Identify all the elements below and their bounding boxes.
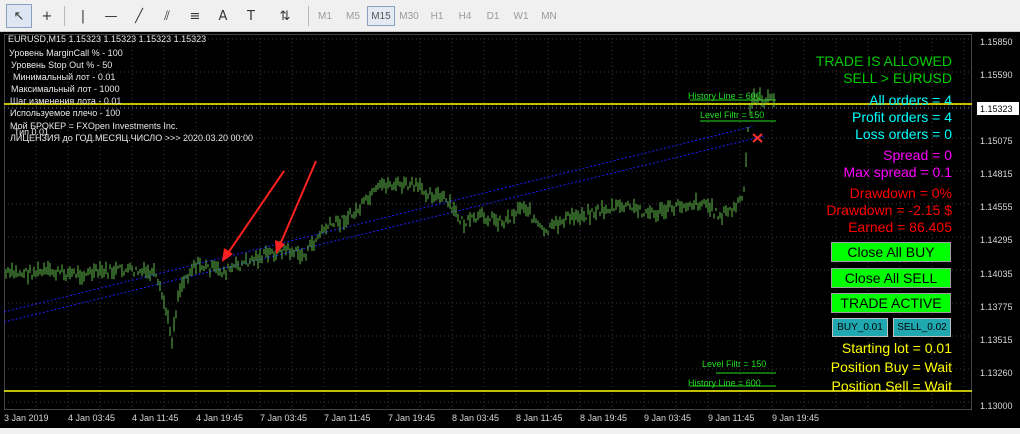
trendline-icon[interactable]: ╱ [126, 4, 152, 28]
symbol-info: EURUSD,M15 1.15323 1.15323 1.15323 1.153… [8, 34, 207, 44]
price-label: 1.13260 [980, 368, 1013, 378]
info-line-maxlot: Максимальный лот - 1000 [11, 84, 120, 94]
price-chart-svg [4, 34, 972, 410]
price-label: 1.14295 [980, 235, 1013, 245]
time-label: 8 Jan 03:45 [452, 413, 500, 423]
time-label: 8 Jan 11:45 [516, 413, 563, 423]
sell-button[interactable]: SELL_0.02 [893, 318, 951, 337]
fibonacci-icon[interactable]: ≡ [182, 4, 208, 28]
close-all-buy-button[interactable]: Close All BUY [831, 242, 951, 262]
position-buy-status: Position Buy = Wait [830, 359, 952, 375]
drawdown-usd: Drawdown = -2.15 $ [826, 202, 952, 218]
profit-orders-count: Profit orders = 4 [852, 109, 952, 125]
info-line-leverage: Используемое плечо - 100 [10, 108, 121, 118]
crosshair-icon[interactable]: + [34, 4, 60, 28]
position-sell-status: Position Sell = Wait [831, 378, 952, 394]
price-label: 1.15590 [980, 70, 1013, 80]
time-label: 4 Jan 11:45 [132, 413, 179, 423]
info-line-margincall: Уровень MarginCall % - 100 [9, 48, 123, 58]
horizontal-line-icon[interactable]: — [98, 4, 124, 28]
time-label: 7 Jan 11:45 [324, 413, 371, 423]
time-label: 9 Jan 11:45 [708, 413, 755, 423]
info-line-lotstep: Шаг изменения лота - 0.01 [10, 96, 122, 106]
equidistant-channel-icon[interactable]: ⫽ [154, 4, 180, 28]
time-label: 7 Jan 03:45 [260, 413, 308, 423]
timeframe-d1[interactable]: D1 [479, 6, 507, 26]
chart-window[interactable]: EURUSD,M15 1.15323 1.15323 1.15323 1.153… [0, 32, 1020, 428]
price-axis[interactable]: 1.15850 1.15590 1.15323 1.15075 1.14815 … [972, 32, 1020, 412]
time-label: 8 Jan 19:45 [580, 413, 628, 423]
loss-orders-count: Loss orders = 0 [855, 126, 952, 142]
price-label: 1.14555 [980, 202, 1013, 212]
arrows-icon[interactable]: ⇅ [268, 4, 302, 28]
price-label: 1.14035 [980, 269, 1013, 279]
time-label: 4 Jan 03:45 [68, 413, 116, 423]
price-label: 1.15850 [980, 37, 1013, 47]
info-line-license: ЛИЦЕНЗИЯ до ГОД.МЕСЯЦ.ЧИСЛО >>> 2020.03.… [10, 133, 254, 143]
level-filtr-bottom-label: Level Filtr = 150 [702, 359, 767, 369]
time-label: 3 Jan 2019 [4, 413, 49, 423]
history-line-top-label: History Line = 600 [688, 91, 761, 101]
chart-plot-area[interactable] [4, 34, 972, 410]
starting-lot-value: Starting lot = 0.01 [841, 340, 952, 356]
toolbar-separator [308, 6, 309, 26]
info-line-minlot: Минимальный лот - 0.01 [13, 72, 116, 82]
drawdown-percent: Drawdown = 0% [849, 185, 952, 201]
price-label: 1.15075 [980, 136, 1013, 146]
price-label: 1.13775 [980, 302, 1013, 312]
status-bar [0, 428, 1020, 434]
sell-symbol-status: SELL > EURUSD [843, 70, 952, 86]
current-price-label: 1.15323 [977, 102, 1019, 115]
spread-value: Spread = 0 [883, 147, 952, 163]
price-label: 1.13515 [980, 335, 1013, 345]
price-label: 1.13000 [980, 401, 1013, 411]
price-label: 1.14815 [980, 169, 1013, 179]
all-orders-count: All orders = 4 [869, 92, 952, 108]
level-filtr-top-label: Level Filtr = 150 [700, 110, 765, 120]
cursor-icon[interactable]: ↖ [6, 4, 32, 28]
close-all-sell-button[interactable]: Close All SELL [831, 268, 951, 288]
timeframe-h4[interactable]: H4 [451, 6, 479, 26]
vertical-line-icon[interactable]: | [70, 4, 96, 28]
history-line-bottom-label: History Line = 600 [688, 378, 761, 388]
max-spread-value: Max spread = 0.1 [843, 164, 952, 180]
timeframe-m5[interactable]: M5 [339, 6, 367, 26]
timeframe-m15[interactable]: M15 [367, 6, 395, 26]
time-label: 9 Jan 03:45 [644, 413, 692, 423]
time-label: 7 Jan 19:45 [388, 413, 436, 423]
info-line-stopout: Уровень Stop Out % - 50 [11, 60, 113, 70]
time-label: 4 Jan 19:45 [196, 413, 244, 423]
timeframe-w1[interactable]: W1 [507, 6, 535, 26]
earned-value: Earned = 86.405 [848, 219, 952, 235]
time-label: 9 Jan 19:45 [772, 413, 820, 423]
timeframe-h1[interactable]: H1 [423, 6, 451, 26]
trade-active-button[interactable]: TRADE ACTIVE [831, 293, 951, 313]
timeframe-m1[interactable]: M1 [311, 6, 339, 26]
buy-button[interactable]: BUY_0.01 [832, 318, 888, 337]
toolbar-separator [64, 6, 65, 26]
text-icon[interactable]: A [210, 4, 236, 28]
timeframe-m30[interactable]: M30 [395, 6, 423, 26]
trade-allowed-status: TRADE IS ALLOWED [815, 53, 952, 69]
toolbar: ↖ + | — ╱ ⫽ ≡ A T ⇅ M1 M5 M15 M30 H1 H4 … [0, 0, 1020, 32]
text-label-icon[interactable]: T [238, 4, 264, 28]
timeframe-mn[interactable]: MN [535, 6, 563, 26]
